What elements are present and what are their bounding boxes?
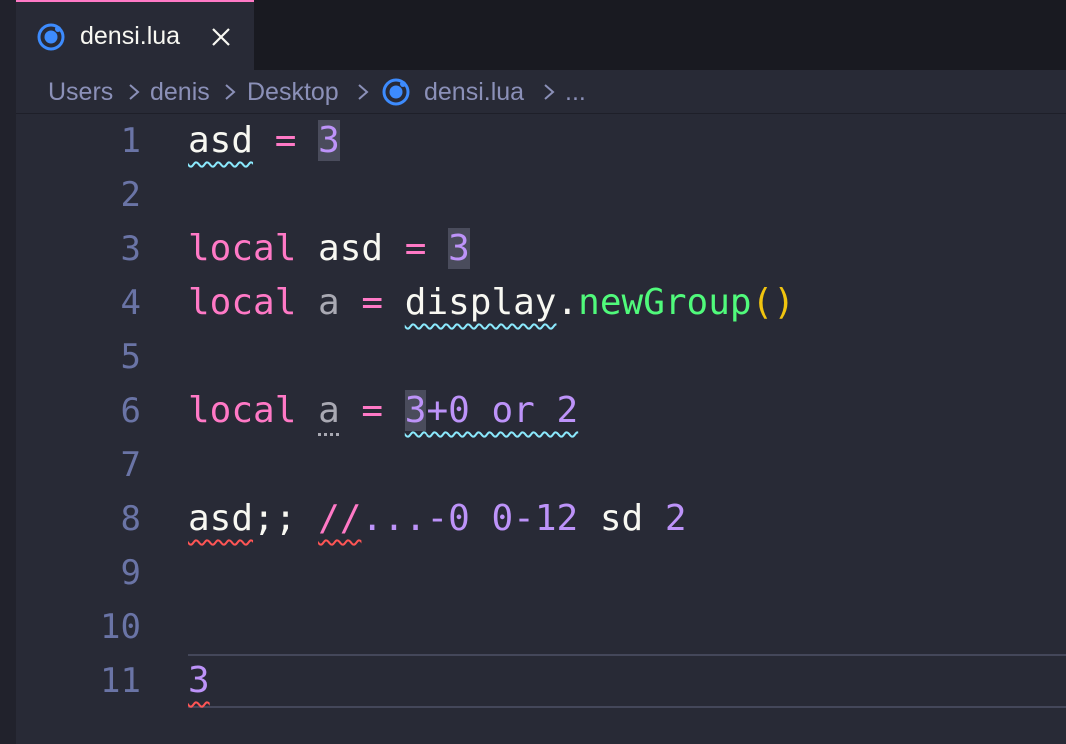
chevron-right-icon <box>129 84 140 100</box>
token-keyword: local <box>188 228 297 269</box>
token-function: newGroup <box>578 282 752 323</box>
token-number: 3 <box>318 120 340 161</box>
token-identifier: sd <box>578 498 644 539</box>
tab-label: densi.lua <box>80 22 181 50</box>
token-keyword: local <box>188 390 297 431</box>
token-number: -0 0-12 <box>426 498 579 539</box>
chevron-right-icon <box>358 84 369 100</box>
token-number: 3 <box>448 228 470 269</box>
token-identifier: asd <box>296 228 384 269</box>
token-operator: // <box>318 498 362 539</box>
close-icon[interactable] <box>208 24 234 50</box>
code-line-6[interactable]: local a = 3+0 or 2 <box>188 384 578 438</box>
token-identifier: asd <box>188 120 254 161</box>
line-number: 1 <box>120 121 141 161</box>
line-number: 4 <box>120 283 141 323</box>
chevron-right-icon <box>225 84 236 100</box>
token-expression: +0 or 2 <box>426 390 579 431</box>
code-line-1[interactable]: asd = 3 <box>188 114 340 168</box>
line-number: 2 <box>120 175 141 215</box>
breadcrumb-item-desktop[interactable]: Desktop <box>247 76 339 108</box>
code-editor[interactable]: 1 2 3 4 5 6 7 8 9 10 11 asd = 3 local as… <box>16 114 1066 744</box>
token-operator: = <box>253 120 319 161</box>
line-number: 7 <box>120 445 141 485</box>
line-number: 9 <box>120 553 141 593</box>
token-parens: () <box>751 282 795 323</box>
line-number: 11 <box>100 661 141 701</box>
code-line-8[interactable]: asd;; //...-0 0-12 sd 2 <box>188 492 687 546</box>
token-global: display <box>404 282 557 323</box>
token-punctuation: ;; <box>253 498 319 539</box>
chevron-right-icon <box>544 84 555 100</box>
breadcrumb: Users denis Desktop densi.lua ... <box>16 70 1066 114</box>
lua-file-icon <box>382 78 410 106</box>
tab-bar: densi.lua <box>16 0 1066 70</box>
breadcrumb-item-file[interactable]: densi.lua <box>424 76 524 108</box>
activity-strip <box>0 0 16 744</box>
token-identifier: asd <box>188 498 254 539</box>
line-number: 8 <box>120 499 141 539</box>
token-dot: . <box>556 282 579 323</box>
token-identifier: a <box>318 390 340 431</box>
line-number: 6 <box>120 391 141 431</box>
tab-densi-lua[interactable]: densi.lua <box>16 0 254 70</box>
token-number: 2 <box>643 498 687 539</box>
breadcrumb-item-symbols[interactable]: ... <box>565 76 586 108</box>
token-operator: = <box>339 282 405 323</box>
token-number: 3 <box>404 390 427 431</box>
editor-window: densi.lua Users denis Desktop densi.lua <box>0 0 1066 744</box>
line-number: 5 <box>120 337 141 377</box>
token-keyword: local <box>188 282 297 323</box>
code-line-4[interactable]: local a = display.newGroup() <box>188 276 795 330</box>
code-area[interactable]: asd = 3 local asd = 3 local a = display.… <box>188 114 1066 744</box>
token-vararg: ... <box>361 498 427 539</box>
code-line-3[interactable]: local asd = 3 <box>188 222 470 276</box>
token-identifier: a <box>296 282 340 323</box>
line-number-gutter: 1 2 3 4 5 6 7 8 9 10 11 <box>16 114 141 744</box>
code-line-11[interactable]: 3 <box>188 654 210 708</box>
breadcrumb-item-users[interactable]: Users <box>48 76 113 108</box>
token-operator: = <box>339 390 405 431</box>
breadcrumb-item-denis[interactable]: denis <box>150 76 210 108</box>
token-number: 3 <box>188 660 210 701</box>
line-number: 3 <box>120 229 141 269</box>
token-operator: = <box>383 228 449 269</box>
line-number: 10 <box>100 607 141 647</box>
lua-file-icon <box>37 23 65 51</box>
